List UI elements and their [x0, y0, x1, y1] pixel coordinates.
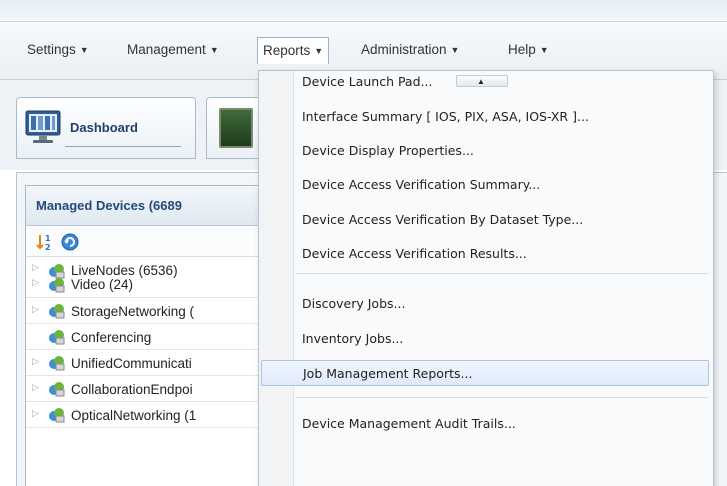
menu-icon-gutter	[259, 71, 294, 486]
menu-management-label: Management	[127, 42, 206, 57]
tree-node-label: CollaborationEndpoi	[71, 382, 193, 397]
menu-scroll-up-button[interactable]: ▲	[456, 75, 508, 87]
svg-text:2: 2	[45, 243, 51, 252]
menu-item-job-management-reports[interactable]: Job Management Reports...	[261, 360, 709, 386]
menu-settings-label: Settings	[27, 42, 76, 57]
sort-icon[interactable]: 1 2	[35, 232, 55, 252]
menu-item-discovery-jobs[interactable]: Discovery Jobs...	[296, 291, 708, 317]
tree-row[interactable]: ▷ OpticalNetworking (1	[26, 402, 264, 428]
expand-icon[interactable]: ▷	[32, 304, 42, 315]
menu-item-access-verification-results[interactable]: Device Access Verification Results...	[296, 241, 708, 267]
menu-help[interactable]: Help ▼	[503, 37, 554, 63]
expand-icon[interactable]: ▷	[32, 356, 42, 367]
expand-icon[interactable]: ▷	[32, 382, 42, 393]
panel-title: Managed Devices (6689	[36, 198, 182, 213]
device-group-icon	[49, 278, 65, 293]
menu-item-inventory-jobs[interactable]: Inventory Jobs...	[296, 326, 708, 352]
device-group-icon	[49, 304, 65, 319]
menu-administration[interactable]: Administration ▼	[356, 37, 464, 63]
chevron-down-icon: ▼	[79, 45, 89, 55]
tab-dashboard-label: Dashboard	[70, 120, 138, 135]
panel-toolbar: 1 2	[26, 227, 264, 257]
menu-reports[interactable]: Reports ▼	[257, 37, 330, 64]
menu-settings[interactable]: Settings ▼	[22, 37, 94, 63]
tree-row[interactable]: Conferencing	[26, 324, 264, 350]
chevron-down-icon: ▼	[539, 45, 549, 55]
caret-up-icon: ▲	[477, 77, 485, 86]
panel-header: Managed Devices (6689	[26, 186, 264, 226]
refresh-icon[interactable]	[60, 232, 80, 252]
menu-item-access-verification-summary[interactable]: Device Access Verification Summary...	[296, 172, 708, 198]
tab-underline	[65, 146, 181, 147]
menu-separator	[296, 397, 708, 398]
menu-management[interactable]: Management ▼	[122, 37, 224, 63]
menu-separator	[296, 273, 708, 274]
menu-item-access-verification-by-dataset[interactable]: Device Access Verification By Dataset Ty…	[296, 207, 708, 233]
device-group-icon	[49, 356, 65, 371]
tab-dashboard[interactable]: Dashboard	[16, 97, 196, 159]
top-stripe	[0, 0, 727, 22]
menu-item-audit-trails[interactable]: Device Management Audit Trails...	[296, 411, 708, 437]
expand-icon[interactable]: ▷	[32, 408, 42, 419]
device-tree: ▷ LiveNodes (6536) ▷ Video (24) ▷ Storag…	[26, 258, 264, 428]
managed-devices-panel: Managed Devices (6689 1 2 ▷ LiveNodes (6…	[25, 185, 265, 486]
tree-row[interactable]: ▷ StorageNetworking (	[26, 298, 264, 324]
tree-node-label: Conferencing	[71, 330, 152, 345]
tab-device-board[interactable]	[206, 97, 266, 159]
tree-node-label: UnifiedCommunicati	[71, 356, 192, 371]
tree-node-label: OpticalNetworking (1	[71, 408, 197, 423]
chevron-down-icon: ▼	[314, 46, 324, 56]
expand-icon[interactable]: ▷	[32, 262, 42, 273]
tree-node-label: LiveNodes (6536)	[71, 263, 178, 278]
menu-help-label: Help	[508, 42, 536, 57]
svg-text:1: 1	[45, 234, 51, 243]
dashboard-icon	[25, 110, 61, 143]
device-group-icon	[49, 330, 65, 345]
device-board-icon	[219, 108, 253, 148]
expand-icon[interactable]: ▷	[32, 277, 42, 288]
tree-row[interactable]: ▷ LiveNodes (6536) ▷ Video (24)	[26, 258, 264, 298]
chevron-down-icon: ▼	[209, 45, 219, 55]
tree-node-label: Video (24)	[71, 277, 134, 292]
menu-item-device-display-properties[interactable]: Device Display Properties...	[296, 138, 708, 164]
device-group-icon	[49, 408, 65, 423]
chevron-down-icon: ▼	[450, 45, 460, 55]
tree-row[interactable]: ▷ CollaborationEndpoi	[26, 376, 264, 402]
device-group-icon	[49, 382, 65, 397]
menu-administration-label: Administration	[361, 42, 447, 57]
tree-row[interactable]: ▷ UnifiedCommunicati	[26, 350, 264, 376]
menu-reports-label: Reports	[263, 43, 311, 58]
reports-dropdown-menu: Device Launch Pad... ▲ Interface Summary…	[258, 70, 714, 486]
tree-node-label: StorageNetworking (	[71, 304, 195, 319]
menu-item-interface-summary[interactable]: Interface Summary [ IOS, PIX, ASA, IOS-X…	[296, 104, 708, 130]
